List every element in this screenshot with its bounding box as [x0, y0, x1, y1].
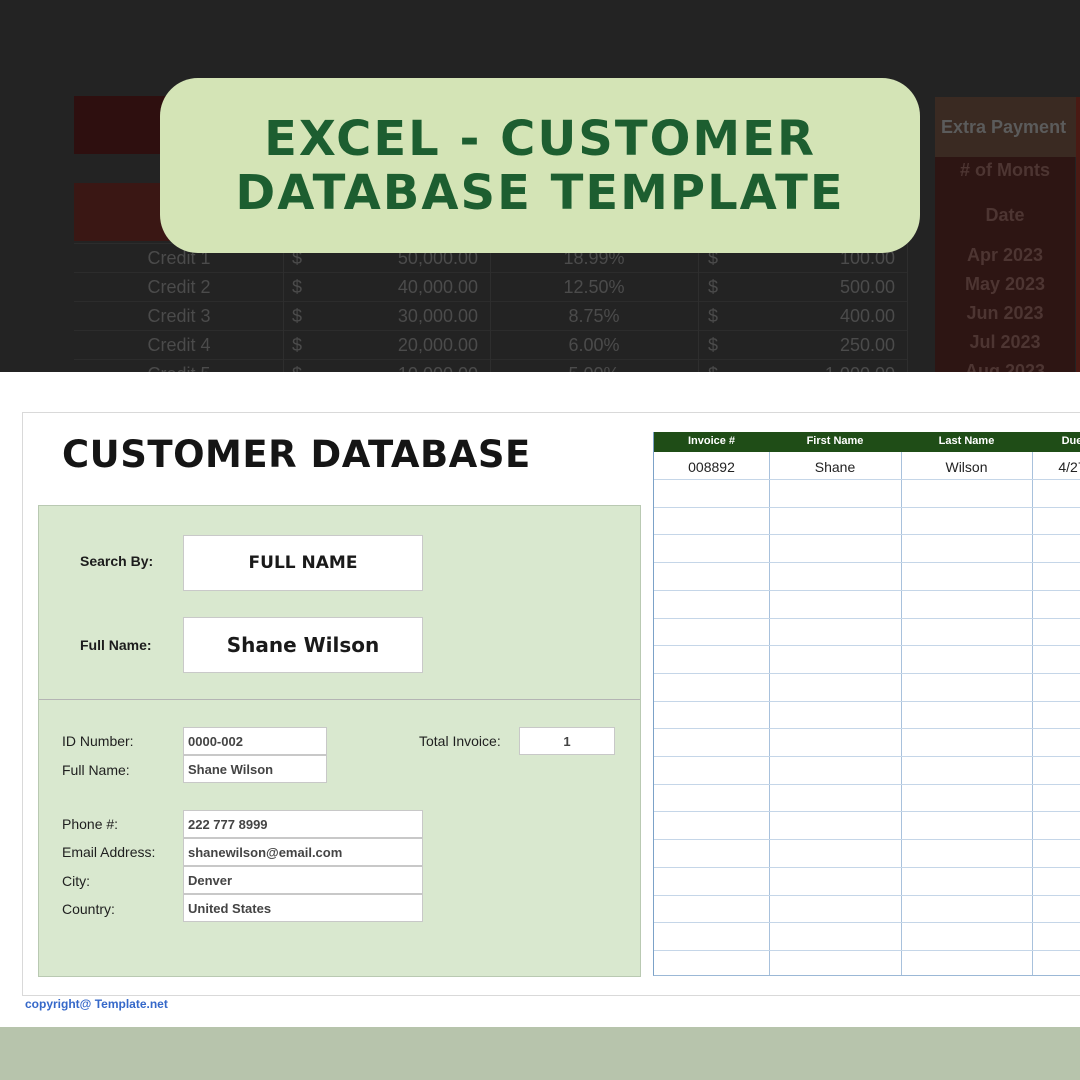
screenshot-root: C N Credit 1$50,000.0018.99%$100.00Credi… — [0, 0, 1080, 1080]
background-credit-table: Credit 1 $50,000.00 18.99% $100.00 Credit 2 $… — [74, 243, 908, 372]
invoice-cell: Wilson — [945, 459, 988, 475]
background-cell-balance: 10,000.00 — [314, 364, 478, 372]
background-credit-row: Credit 3 $30,000.00 8.75% $400.00 — [74, 301, 908, 330]
background-cell-balance: 20,000.00 — [397, 335, 478, 355]
invoice-row[interactable]: 008892 Shane Wilson 4/27 — [654, 456, 1080, 480]
background-cell-payment: 500.00 — [839, 277, 895, 297]
grid-row-line — [654, 756, 1080, 757]
banner-title-line-1: EXCEL - CUSTOMER — [264, 110, 816, 167]
grid-row-line — [654, 839, 1080, 841]
background-grid-line — [698, 243, 699, 372]
background-date-cell: Aug 2023 — [964, 361, 1046, 372]
total-invoice-label: Total Invoice: — [419, 733, 501, 749]
background-date-header: Date — [985, 205, 1025, 225]
full-name-search-input[interactable]: Shane Wilson — [183, 617, 423, 673]
invoice-table: Invoice # First Name Last Name Due 00889… — [653, 432, 1080, 976]
background-cell-rate: 5.00% — [490, 364, 698, 372]
full-name-search-label: Full Name: — [80, 637, 152, 653]
banner-title-line-2: DATABASE TEMPLATE — [235, 164, 845, 221]
panel-divider — [39, 699, 640, 700]
background-credit-row: Credit 5$10,000.005.00%$1,000.00 — [74, 359, 908, 372]
id-number-field[interactable]: 0000-002 — [183, 727, 327, 755]
grid-row-line — [654, 589, 1080, 591]
grid-row-line — [654, 728, 1080, 730]
background-cell-balance: 40,000.00 — [397, 277, 478, 297]
phone-label: Phone #: — [62, 816, 119, 832]
background-cell-name: Credit 3 — [147, 306, 211, 326]
background-extra-payment-label: Extra Payment — [941, 117, 1067, 137]
grid-row-line — [654, 645, 1080, 647]
background-extra-payment-header: Extra Payment — [935, 97, 1080, 157]
background-date-cell: Jun 2023 — [966, 303, 1044, 323]
background-cell-currency: $ — [292, 364, 312, 372]
invoice-cell: 4/27 — [1058, 459, 1080, 475]
grid-row-line — [654, 562, 1080, 564]
background-cell-balance: 30,000.00 — [397, 306, 478, 326]
background-cell-name: Credit 2 — [147, 277, 211, 297]
background-credit-row: Credit 4 $20,000.00 6.00% $250.00 — [74, 330, 908, 359]
email-label: Email Address: — [62, 844, 156, 860]
background-cell-payment: 1,000.00 — [724, 364, 895, 372]
email-field[interactable]: shanewilson@email.com — [183, 838, 423, 866]
city-field[interactable]: Denver — [183, 866, 423, 894]
grid-row-line — [654, 672, 1080, 674]
phone-field[interactable]: 222 777 8999 — [183, 810, 423, 838]
header-last-name: Last Name — [938, 435, 995, 447]
header-due: Due — [1061, 435, 1080, 447]
background-cell-name: Credit 4 — [147, 335, 211, 355]
background-date-column: # of Monts Date Apr 2023 May 2023 Jun 2023… — [935, 157, 1075, 372]
copyright-notice: copyright@ Template.net — [25, 997, 168, 1011]
city-label: City: — [62, 873, 90, 889]
background-cell-rate: 12.50% — [563, 277, 625, 297]
full-name-label: Full Name: — [62, 762, 130, 778]
background-grid-line — [907, 243, 908, 372]
background-grid-line — [283, 243, 284, 372]
grid-row-line — [654, 894, 1080, 896]
background-cell-name: Credit 5 — [74, 364, 284, 372]
background-credit-row: Credit 2 $40,000.00 12.50% $500.00 — [74, 272, 908, 301]
page-title: CUSTOMER DATABASE — [62, 433, 531, 476]
background-cell-payment: 400.00 — [839, 306, 895, 326]
id-number-label: ID Number: — [62, 733, 134, 749]
header-first-name: First Name — [806, 435, 864, 447]
header-invoice-number: Invoice # — [687, 435, 736, 447]
invoice-cell: Shane — [814, 459, 856, 475]
country-field[interactable]: United States — [183, 894, 423, 922]
grid-row-line — [654, 811, 1080, 813]
background-cell-rate: 8.75% — [568, 306, 620, 326]
title-banner: EXCEL - CUSTOMER DATABASE TEMPLATE — [160, 78, 920, 253]
grid-row-line — [654, 922, 1080, 924]
grid-row-line — [654, 783, 1080, 785]
grid-column-line — [1032, 452, 1033, 975]
background-date-cell: Apr 2023 — [966, 245, 1044, 265]
grid-column-line — [769, 452, 770, 975]
background-grid-line — [490, 243, 491, 372]
grid-row-line — [654, 534, 1080, 536]
footer-band — [0, 1027, 1080, 1080]
customer-search-panel: Search By: FULL NAME Full Name: Shane Wi… — [38, 505, 641, 977]
background-cell-payment: 250.00 — [839, 335, 895, 355]
background-cell-rate: 6.00% — [568, 335, 620, 355]
background-edge-strip — [1076, 97, 1080, 372]
invoice-cell: 008892 — [688, 459, 735, 475]
grid-row-line — [654, 506, 1080, 508]
grid-row-line — [654, 700, 1080, 702]
full-name-field[interactable]: Shane Wilson — [183, 755, 327, 783]
background-cell-currency: $ — [292, 306, 303, 326]
search-by-label: Search By: — [80, 553, 154, 569]
background-months-header: # of Monts — [960, 160, 1050, 180]
total-invoice-field[interactable]: 1 — [519, 727, 615, 755]
grid-row-line — [654, 617, 1080, 619]
grid-row-line — [654, 949, 1080, 951]
grid-row-line — [654, 866, 1080, 868]
search-by-dropdown[interactable]: FULL NAME — [183, 535, 423, 591]
background-cell-currency: $ — [292, 335, 303, 355]
grid-column-line — [901, 452, 902, 975]
invoice-table-header: Invoice # First Name Last Name Due — [654, 432, 1080, 452]
background-date-cell: Jul 2023 — [969, 332, 1041, 352]
background-date-cell: May 2023 — [964, 274, 1046, 294]
country-label: Country: — [62, 901, 115, 917]
background-cell-currency: $ — [292, 277, 303, 297]
